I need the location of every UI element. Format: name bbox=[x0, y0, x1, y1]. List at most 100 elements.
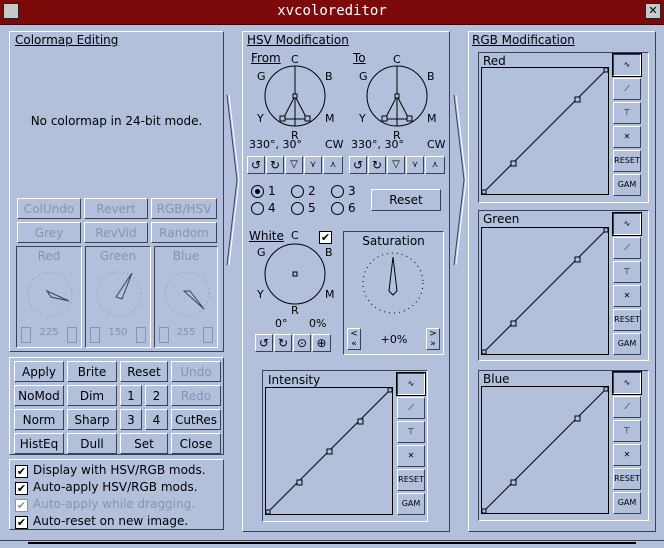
green-gam-button[interactable]: GAM bbox=[613, 333, 641, 355]
blue-gam-button[interactable]: GAM bbox=[613, 492, 641, 514]
colundo-button[interactable]: ColUndo bbox=[17, 198, 81, 219]
blue-dial[interactable]: Blue 255 bbox=[154, 246, 218, 348]
red-dial[interactable]: Red 225 bbox=[16, 246, 82, 348]
dull-button[interactable]: Dull bbox=[67, 433, 117, 454]
green-dial-down[interactable] bbox=[90, 327, 100, 343]
white-rotate-cw-icon[interactable]: ↻ bbox=[274, 334, 292, 352]
saturation-down-icon[interactable]: < « bbox=[347, 328, 361, 350]
redo-button[interactable]: Redo bbox=[171, 385, 221, 406]
range-radio-6[interactable] bbox=[331, 202, 344, 215]
close-icon[interactable]: ✕ bbox=[645, 3, 661, 19]
from-expand-icon[interactable]: ⋎ bbox=[304, 156, 322, 174]
red-spline-icon[interactable]: ∿ bbox=[612, 53, 642, 77]
from-shrink-icon[interactable]: ⋏ bbox=[323, 156, 343, 174]
green-delete-point-icon[interactable]: ✕ bbox=[613, 285, 641, 307]
blue-add-point-icon[interactable]: ⊤ bbox=[613, 420, 641, 442]
intensity-gam-button[interactable]: GAM bbox=[397, 493, 425, 515]
to-rotate-ccw-icon[interactable]: ↺ bbox=[349, 156, 367, 174]
blue-graph[interactable] bbox=[481, 386, 609, 514]
red-dial-up[interactable] bbox=[67, 327, 77, 343]
close-button[interactable]: Close bbox=[171, 433, 221, 454]
white-m-label: M bbox=[325, 288, 335, 301]
green-dial[interactable]: Green 150 bbox=[85, 246, 151, 348]
saturation-dial[interactable] bbox=[361, 251, 425, 315]
revvid-button[interactable]: RevVid bbox=[84, 222, 148, 243]
hsv-reset-button[interactable]: Reset bbox=[371, 189, 441, 211]
histeq-button[interactable]: HistEq bbox=[14, 433, 64, 454]
from-rotate-cw-icon[interactable]: ↻ bbox=[266, 156, 284, 174]
blue-reset-button[interactable]: RESET bbox=[613, 468, 641, 490]
blue-dial-down[interactable] bbox=[159, 327, 169, 343]
white-rotate-ccw-icon[interactable]: ↺ bbox=[255, 334, 273, 352]
intensity-reset-button[interactable]: RESET bbox=[397, 469, 425, 491]
red-graph[interactable] bbox=[481, 67, 609, 195]
rgb-hsv-button[interactable]: RGB/HSV bbox=[151, 198, 217, 219]
set-button[interactable]: Set bbox=[120, 433, 168, 454]
intensity-add-point-icon[interactable]: ⊤ bbox=[397, 421, 425, 443]
nomod-button[interactable]: NoMod bbox=[14, 385, 64, 406]
intensity-delete-point-icon[interactable]: ✕ bbox=[397, 445, 425, 467]
resize-edge[interactable] bbox=[28, 542, 636, 544]
sharp-button[interactable]: Sharp bbox=[67, 409, 117, 430]
green-add-point-icon[interactable]: ⊤ bbox=[613, 261, 641, 283]
brite-button[interactable]: Brite bbox=[67, 361, 117, 382]
range-radio-5[interactable] bbox=[291, 202, 304, 215]
display-mods-checkbox[interactable]: ✔ bbox=[15, 465, 28, 478]
from-b-label: B bbox=[325, 70, 333, 83]
preset-3-button[interactable]: 3 bbox=[120, 409, 142, 430]
intensity-lines-icon[interactable]: ⟋ bbox=[397, 397, 425, 419]
saturation-up-icon[interactable]: >» bbox=[426, 328, 440, 350]
apply-button[interactable]: Apply bbox=[14, 361, 64, 382]
blue-spline-icon[interactable]: ∿ bbox=[612, 371, 642, 395]
reset-button[interactable]: Reset bbox=[120, 361, 168, 382]
green-dial-up[interactable] bbox=[136, 327, 146, 343]
blue-lines-icon[interactable]: ⟋ bbox=[613, 396, 641, 418]
to-flip-icon[interactable]: ▽ bbox=[387, 156, 405, 174]
range-radio-1[interactable] bbox=[251, 185, 264, 198]
to-label: To bbox=[353, 51, 366, 65]
green-graph[interactable] bbox=[481, 227, 609, 355]
norm-button[interactable]: Norm bbox=[14, 409, 64, 430]
to-hue-wheel[interactable] bbox=[366, 65, 428, 127]
red-add-point-icon[interactable]: ⊤ bbox=[613, 102, 641, 124]
preset-1-button[interactable]: 1 bbox=[120, 385, 142, 406]
preset-4-button[interactable]: 4 bbox=[145, 409, 168, 430]
green-label: Green bbox=[483, 212, 520, 226]
red-delete-point-icon[interactable]: ✕ bbox=[613, 126, 641, 148]
auto-apply-checkbox[interactable]: ✔ bbox=[15, 482, 28, 495]
from-hue-wheel[interactable] bbox=[264, 65, 326, 127]
green-dial-icon bbox=[96, 271, 142, 317]
blue-dial-up[interactable] bbox=[203, 327, 213, 343]
green-reset-button[interactable]: RESET bbox=[613, 309, 641, 331]
white-shrink-icon[interactable]: ⊙ bbox=[293, 334, 311, 352]
from-flip-icon[interactable]: ▽ bbox=[285, 156, 303, 174]
preset-2-button[interactable]: 2 bbox=[145, 385, 168, 406]
undo-button[interactable]: Undo bbox=[171, 361, 221, 382]
random-button[interactable]: Random bbox=[151, 222, 217, 243]
to-expand-icon[interactable]: ⋎ bbox=[406, 156, 424, 174]
blue-dial-icon bbox=[164, 271, 210, 317]
auto-apply-dragging-checkbox[interactable]: ✔ bbox=[15, 499, 28, 512]
white-expand-icon[interactable]: ⊕ bbox=[312, 334, 331, 352]
grey-button[interactable]: Grey bbox=[17, 222, 81, 243]
intensity-graph[interactable] bbox=[265, 387, 393, 515]
auto-reset-checkbox[interactable]: ✔ bbox=[15, 516, 28, 529]
to-rotate-cw-icon[interactable]: ↻ bbox=[368, 156, 386, 174]
blue-delete-point-icon[interactable]: ✕ bbox=[613, 444, 641, 466]
range-radio-2[interactable] bbox=[291, 185, 304, 198]
revert-button[interactable]: Revert bbox=[84, 198, 148, 219]
white-wheel[interactable] bbox=[264, 243, 326, 305]
red-lines-icon[interactable]: ⟋ bbox=[613, 78, 641, 100]
red-reset-button[interactable]: RESET bbox=[613, 150, 641, 172]
green-spline-icon[interactable]: ∿ bbox=[612, 212, 642, 236]
intensity-spline-icon[interactable]: ∿ bbox=[396, 372, 426, 396]
range-radio-3[interactable] bbox=[331, 185, 344, 198]
from-rotate-ccw-icon[interactable]: ↺ bbox=[247, 156, 265, 174]
to-shrink-icon[interactable]: ⋏ bbox=[425, 156, 445, 174]
green-lines-icon[interactable]: ⟋ bbox=[613, 237, 641, 259]
red-dial-down[interactable] bbox=[21, 327, 31, 343]
red-gam-button[interactable]: GAM bbox=[613, 174, 641, 196]
dim-button[interactable]: Dim bbox=[67, 385, 117, 406]
range-radio-4[interactable] bbox=[251, 202, 264, 215]
cutres-button[interactable]: CutRes bbox=[171, 409, 221, 430]
